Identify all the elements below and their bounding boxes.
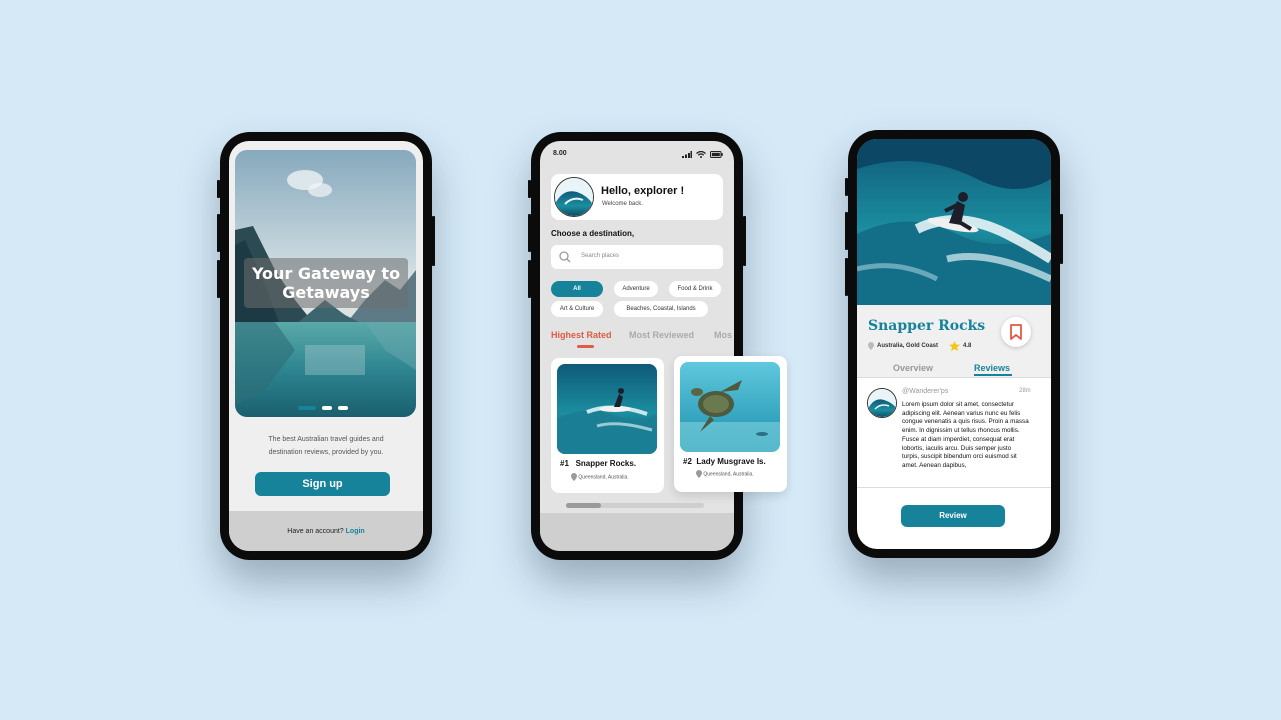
phone-detail: Snapper Rocks Australia, Gold Coast 4.8 … xyxy=(845,130,1063,558)
review-button[interactable]: Review xyxy=(901,505,1005,527)
location-pin-icon xyxy=(571,473,577,481)
bookmark-button[interactable] xyxy=(1001,317,1031,347)
tab-more[interactable]: Mos xyxy=(714,330,732,340)
wifi-icon xyxy=(696,151,706,158)
chip-food-drink[interactable]: Food & Drink xyxy=(669,281,721,297)
place-meta: Australia, Gold Coast 4.8 xyxy=(868,341,971,351)
card-location: Queensland, Australia. xyxy=(571,473,629,481)
bookmark-icon xyxy=(1010,324,1022,340)
card-name: Lady Musgrave Is. xyxy=(696,457,766,466)
place-location: Australia, Gold Coast xyxy=(877,343,939,349)
detail-screen: Snapper Rocks Australia, Gold Coast 4.8 … xyxy=(857,139,1051,549)
tab-overview[interactable]: Overview xyxy=(893,363,933,373)
battery-icon xyxy=(710,151,723,158)
greeting-card: Hello, explorer ! Welcome back. xyxy=(551,174,723,220)
place-title: Snapper Rocks xyxy=(868,318,986,334)
location-pin-icon xyxy=(868,342,874,350)
tab-underline xyxy=(577,345,594,348)
carousel-dot[interactable] xyxy=(338,406,348,410)
search-icon xyxy=(559,251,571,263)
signup-button[interactable]: Sign up xyxy=(255,472,390,496)
tab-reviews[interactable]: Reviews xyxy=(974,363,1010,373)
carousel-dots[interactable] xyxy=(298,406,348,410)
card-rank: #2 xyxy=(683,457,692,466)
star-icon xyxy=(949,341,961,351)
onboarding-screen: Your Gateway to Getaways The best Austra… xyxy=(229,141,423,551)
chip-adventure[interactable]: Adventure xyxy=(614,281,658,297)
bottom-bar xyxy=(540,513,734,551)
login-link[interactable]: Login xyxy=(346,528,365,535)
card-location-text: Queensland, Australia. xyxy=(578,474,629,481)
destination-card-1[interactable]: #1 Snapper Rocks. Queensland, Australia. xyxy=(551,358,664,493)
status-time: 8.00 xyxy=(553,150,567,157)
review-text: Lorem ipsum dolor sit amet, consectetur … xyxy=(902,401,1029,469)
login-bar: Have an account? Login xyxy=(229,511,423,551)
phone-onboarding: Your Gateway to Getaways The best Austra… xyxy=(217,132,435,560)
surfer-image xyxy=(557,364,657,454)
detail-header: Snapper Rocks Australia, Gold Coast 4.8 … xyxy=(857,305,1051,377)
card-location-text: Queensland, Australia. xyxy=(703,471,754,478)
login-prompt-text: Have an account? xyxy=(287,528,344,535)
carousel-dot[interactable] xyxy=(322,406,332,410)
tagline: The best Australian travel guides and de… xyxy=(268,436,384,456)
chip-art-culture[interactable]: Art & Culture xyxy=(551,301,603,317)
card-rank-title: #1 Snapper Rocks. xyxy=(560,459,636,468)
place-rating: 4.8 xyxy=(963,343,972,349)
card-location: Queensland, Australia. xyxy=(696,470,754,478)
horizontal-scrollbar[interactable] xyxy=(566,503,704,508)
chip-all[interactable]: All xyxy=(551,281,603,297)
review-username: @Wanderer'ps xyxy=(902,388,949,395)
hero-lake-image: Your Gateway to Getaways xyxy=(235,150,416,417)
phone-home: 8.00 Hello, explorer ! Welcome back. Cho… xyxy=(528,132,746,560)
greeting-title: Hello, explorer ! xyxy=(601,185,685,197)
destination-card-2[interactable]: #2 Lady Musgrave Is. Queensland, Austral… xyxy=(674,356,787,492)
card-rank: #1 xyxy=(560,459,569,468)
chip-beaches[interactable]: Beaches, Coastal, Islands xyxy=(614,301,708,317)
turtle-image xyxy=(680,362,780,452)
card-name: Snapper Rocks. xyxy=(575,459,637,468)
avatar[interactable] xyxy=(554,177,594,217)
review-time: 28m xyxy=(1019,388,1031,394)
status-bar: 8.00 xyxy=(553,150,723,160)
choose-destination-label: Choose a destination, xyxy=(551,229,635,238)
signal-icon xyxy=(682,151,692,158)
search-bar[interactable]: Search places xyxy=(551,245,723,269)
tab-most-reviewed[interactable]: Most Reviewed xyxy=(629,330,694,340)
divider xyxy=(857,377,1051,378)
surfer-hero-image xyxy=(857,139,1051,305)
location-pin-icon xyxy=(696,470,702,478)
tab-underline xyxy=(974,374,1012,376)
search-input[interactable]: Search places xyxy=(581,253,619,259)
tab-highest-rated[interactable]: Highest Rated xyxy=(551,330,612,340)
carousel-dot-active[interactable] xyxy=(298,406,316,410)
login-prompt: Have an account? Login xyxy=(229,528,423,535)
divider xyxy=(857,487,1051,488)
reviewer-avatar[interactable] xyxy=(867,388,897,418)
greeting-subtitle: Welcome back. xyxy=(602,201,643,207)
hero-title: Your Gateway to Getaways xyxy=(244,258,408,308)
scrollbar-thumb[interactable] xyxy=(566,503,601,508)
card-rank-title: #2 Lady Musgrave Is. xyxy=(683,457,766,466)
